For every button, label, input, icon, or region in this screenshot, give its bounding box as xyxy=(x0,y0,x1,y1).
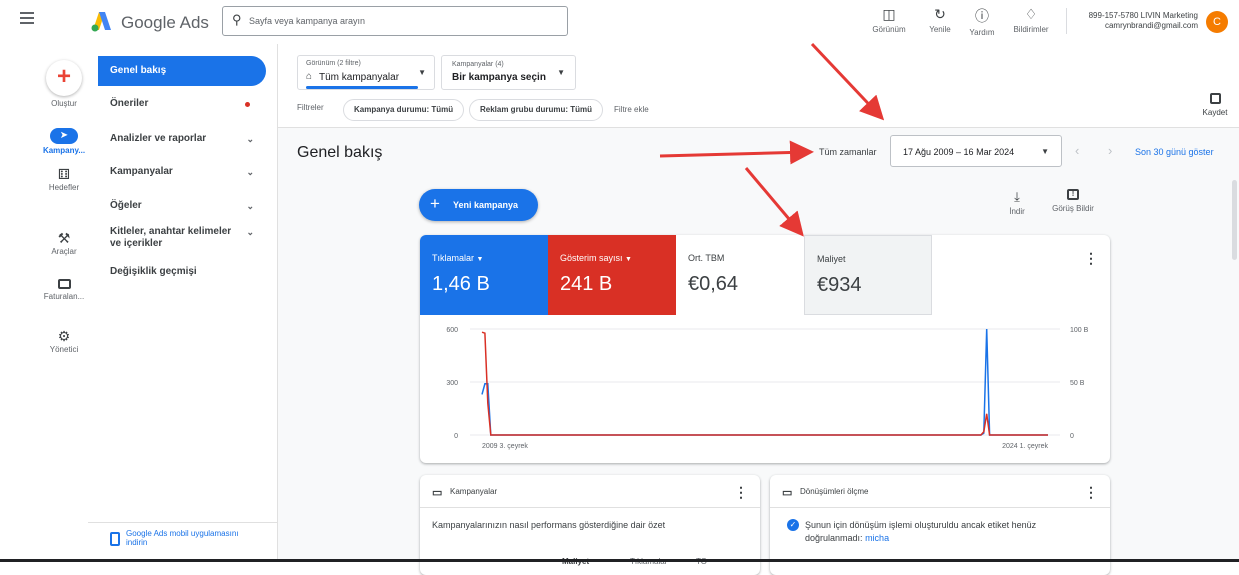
annotation-arrow-to-cost-metric xyxy=(744,167,804,237)
annotation-arrow-to-date-range xyxy=(810,42,885,121)
annotation-arrow-to-range-caption xyxy=(659,140,814,165)
annotation-arrows xyxy=(659,42,885,237)
